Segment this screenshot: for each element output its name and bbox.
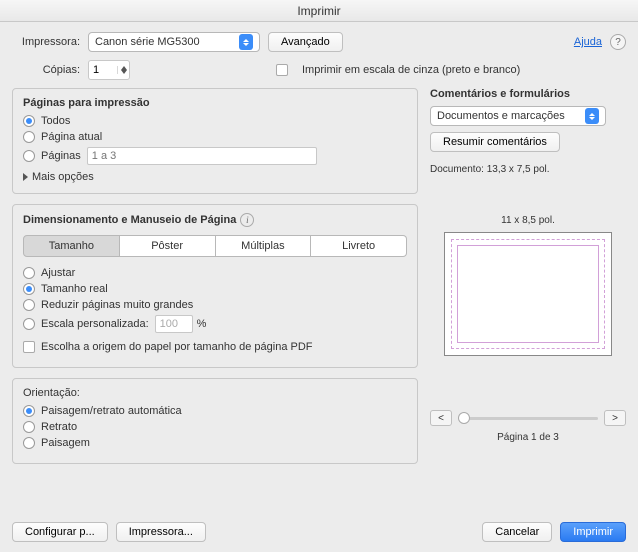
radio-orient-portrait-label: Retrato [41, 421, 77, 433]
radio-orient-landscape-label: Paisagem [41, 437, 90, 449]
advanced-button[interactable]: Avançado [268, 32, 343, 52]
disclosure-triangle-icon [23, 173, 28, 181]
radio-custom-scale[interactable] [23, 318, 35, 330]
tab-booklet[interactable]: Livreto [311, 235, 407, 257]
radio-orient-auto-label: Paisagem/retrato automática [41, 405, 182, 417]
dropdown-arrows-icon [239, 34, 253, 50]
window-title: Imprimir [0, 0, 638, 22]
radio-fit-label: Ajustar [41, 267, 75, 279]
tab-multiple[interactable]: Múltiplas [216, 235, 312, 257]
orientation-title: Orientação: [23, 387, 407, 399]
radio-pages[interactable] [23, 150, 35, 162]
paper-source-label: Escolha a origem do papel por tamanho de… [41, 341, 313, 353]
next-page-button[interactable]: > [604, 410, 626, 426]
summarize-comments-button[interactable]: Resumir comentários [430, 132, 560, 152]
printer-dropdown[interactable]: Canon série MG5300 [88, 32, 260, 52]
stepper-down-icon[interactable] [118, 70, 129, 74]
radio-orient-landscape[interactable] [23, 437, 35, 449]
help-link[interactable]: Ajuda [574, 36, 602, 48]
help-icon[interactable]: ? [610, 34, 626, 50]
radio-orient-portrait[interactable] [23, 421, 35, 433]
radio-pages-label: Páginas [41, 150, 81, 162]
sizing-panel-title: Dimensionamento e Manuseio de Página [23, 214, 236, 226]
radio-actual-label: Tamanho real [41, 283, 108, 295]
printer-settings-button[interactable]: Impressora... [116, 522, 206, 542]
radio-shrink-label: Reduzir páginas muito grandes [41, 299, 193, 311]
percent-label: % [197, 318, 207, 330]
radio-shrink[interactable] [23, 299, 35, 311]
paper-source-checkbox[interactable] [23, 341, 35, 353]
comments-title: Comentários e formulários [430, 88, 626, 100]
pages-panel: Páginas para impressão Todos Página atua… [12, 88, 418, 194]
page-preview [444, 232, 612, 356]
sizing-tabs: Tamanho Pôster Múltiplas Livreto [23, 235, 407, 257]
tab-size[interactable]: Tamanho [23, 235, 120, 257]
dropdown-arrows-icon [585, 108, 599, 124]
radio-all[interactable] [23, 115, 35, 127]
grayscale-label: Imprimir em escala de cinza (preto e bra… [302, 64, 520, 76]
copies-stepper[interactable] [88, 60, 130, 80]
page-slider[interactable] [458, 417, 598, 420]
orientation-panel: Orientação: Paisagem/retrato automática … [12, 378, 418, 464]
radio-current[interactable] [23, 131, 35, 143]
radio-current-label: Página atual [41, 131, 102, 143]
printer-label: Impressora: [12, 36, 80, 48]
radio-all-label: Todos [41, 115, 70, 127]
preview-dimensions: 11 x 8,5 pol. [430, 215, 626, 226]
copies-label: Cópias: [12, 64, 80, 76]
page-setup-button[interactable]: Configurar p... [12, 522, 108, 542]
slider-thumb[interactable] [458, 412, 470, 424]
page-count-label: Página 1 de 3 [430, 432, 626, 443]
comments-value: Documentos e marcações [437, 110, 565, 122]
radio-fit[interactable] [23, 267, 35, 279]
radio-orient-auto[interactable] [23, 405, 35, 417]
pages-panel-title: Páginas para impressão [23, 97, 407, 109]
printer-value: Canon série MG5300 [95, 36, 200, 48]
sizing-panel: Dimensionamento e Manuseio de Página i T… [12, 204, 418, 368]
tab-poster[interactable]: Pôster [120, 235, 216, 257]
cancel-button[interactable]: Cancelar [482, 522, 552, 542]
info-icon[interactable]: i [240, 213, 254, 227]
prev-page-button[interactable]: < [430, 410, 452, 426]
print-button[interactable]: Imprimir [560, 522, 626, 542]
comments-dropdown[interactable]: Documentos e marcações [430, 106, 606, 126]
custom-scale-input[interactable] [155, 315, 193, 333]
radio-custom-scale-label: Escala personalizada: [41, 318, 149, 330]
radio-actual[interactable] [23, 283, 35, 295]
more-options-disclosure[interactable]: Mais opções [23, 171, 407, 183]
pages-range-input[interactable] [87, 147, 317, 165]
grayscale-checkbox[interactable] [276, 64, 288, 76]
document-dimensions: Documento: 13,3 x 7,5 pol. [430, 164, 626, 175]
more-options-label: Mais opções [32, 171, 94, 183]
copies-input[interactable] [89, 64, 117, 76]
